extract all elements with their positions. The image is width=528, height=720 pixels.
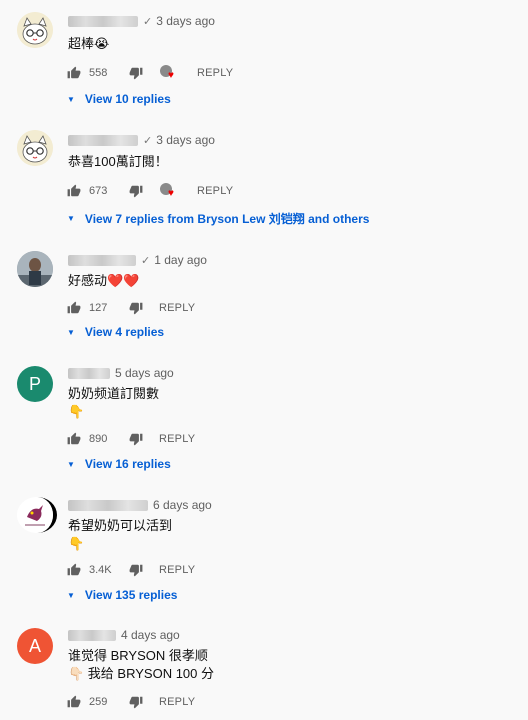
like-count: 3.4K — [89, 564, 112, 576]
caret-down-icon: ▼ — [67, 94, 75, 104]
view-replies-label: View 16 replies — [84, 457, 171, 471]
like-button[interactable] — [67, 184, 81, 198]
view-replies-link[interactable]: ▼ View 135 replies — [67, 588, 177, 602]
dislike-button[interactable] — [129, 66, 143, 80]
creator-heart: ♥ — [160, 65, 178, 81]
thumbs-down-icon — [129, 67, 143, 80]
reply-button[interactable]: REPLY — [159, 564, 195, 576]
thumbs-down-icon — [129, 564, 143, 577]
avatar[interactable]: A — [17, 628, 53, 664]
dislike-button[interactable] — [129, 432, 143, 446]
comment-text: 希望奶奶可以活到 👇 — [68, 517, 172, 553]
comment-text: 谁觉得 BRYSON 很孝顺 👇🏻 我给 BRYSON 100 分 — [68, 647, 214, 683]
like-button[interactable] — [67, 432, 81, 446]
view-replies-label: View 135 replies — [84, 588, 178, 602]
thumbs-up-icon — [67, 563, 81, 576]
cat-avatar-icon — [17, 12, 53, 48]
verified-check-icon: ✓ — [141, 254, 151, 267]
thumbs-up-icon — [67, 66, 81, 79]
person-photo-icon — [17, 251, 53, 287]
reply-button[interactable]: REPLY — [159, 302, 195, 314]
author-name[interactable] — [68, 15, 138, 27]
like-count: 127 — [89, 302, 108, 314]
creator-heart: ♥ — [160, 183, 178, 199]
thumbs-up-icon — [67, 695, 81, 708]
reply-button[interactable]: REPLY — [197, 185, 233, 197]
view-replies-label: View 10 replies — [84, 92, 171, 106]
comment-time[interactable]: 1 day ago — [154, 253, 207, 267]
like-button[interactable] — [67, 695, 81, 709]
comment-line: 奶奶频道訂閱數 — [68, 386, 160, 401]
avatar[interactable] — [17, 130, 53, 166]
comment-text: 奶奶频道訂閱數 👇 — [68, 385, 159, 421]
thumbs-down-icon — [129, 302, 143, 315]
dislike-button[interactable] — [129, 563, 143, 577]
dislike-button[interactable] — [129, 301, 143, 315]
comment-line: 👇 — [68, 536, 85, 551]
comment-line: 超棒😭 — [68, 36, 110, 51]
thumbs-down-icon — [129, 696, 143, 709]
comment-line: 👇🏻 我给 BRYSON 100 分 — [68, 666, 214, 681]
reply-button[interactable]: REPLY — [159, 696, 195, 708]
author-name[interactable] — [68, 499, 148, 511]
caret-down-icon: ▼ — [67, 590, 75, 600]
dislike-button[interactable] — [129, 184, 143, 198]
thumbs-down-icon — [129, 433, 143, 446]
heart-icon: ♥ — [168, 188, 174, 199]
comment-line: 恭喜100萬訂閱！ — [68, 154, 168, 169]
dislike-button[interactable] — [129, 695, 143, 709]
view-replies-label: View 7 replies from Bryson Lew 刘铠翔 and o… — [84, 212, 370, 226]
comment-text: 好感动❤️❤️ — [68, 272, 139, 290]
caret-down-icon: ▼ — [67, 327, 75, 337]
comment-time[interactable]: 3 days ago — [156, 133, 215, 147]
comment-text: 超棒😭 — [68, 35, 109, 53]
caret-down-icon: ▼ — [67, 214, 75, 223]
comment-line: 👇 — [68, 404, 85, 419]
like-count: 259 — [89, 696, 108, 708]
comment-time[interactable]: 3 days ago — [156, 14, 215, 28]
view-replies-link[interactable]: ▼ View 10 replies — [67, 92, 171, 106]
comment-time[interactable]: 6 days ago — [153, 498, 212, 512]
cat-avatar-icon — [17, 130, 53, 166]
view-replies-link[interactable]: ▼ View 16 replies — [67, 457, 171, 471]
like-count: 558 — [89, 67, 108, 79]
comment-line: 希望奶奶可以活到 — [68, 518, 173, 533]
comment-time[interactable]: 4 days ago — [121, 628, 180, 642]
comment-line: 谁觉得 BRYSON 很孝顺 — [68, 648, 208, 663]
thumbs-down-icon — [129, 185, 143, 198]
verified-check-icon: ✓ — [143, 134, 153, 147]
author-name[interactable] — [68, 134, 138, 146]
comment-text: 恭喜100萬訂閱！ — [68, 153, 168, 171]
author-name[interactable] — [68, 629, 116, 641]
caret-down-icon: ▼ — [67, 459, 75, 469]
avatar[interactable]: P — [17, 366, 53, 402]
heart-icon: ♥ — [168, 70, 174, 81]
author-name[interactable] — [68, 367, 110, 379]
avatar-letter: A — [28, 635, 41, 656]
like-button[interactable] — [67, 563, 81, 577]
unicorn-logo-icon — [17, 497, 53, 533]
like-button[interactable] — [67, 66, 81, 80]
thumbs-up-icon — [67, 184, 81, 197]
like-count: 890 — [89, 433, 108, 445]
comment-time[interactable]: 5 days ago — [115, 366, 174, 380]
reply-button[interactable]: REPLY — [197, 67, 233, 79]
like-button[interactable] — [67, 301, 81, 315]
like-count: 673 — [89, 185, 108, 197]
view-replies-link[interactable]: ▼ View 4 replies — [67, 325, 164, 339]
view-replies-link[interactable]: ▼ View 7 replies from Bryson Lew 刘铠翔 and… — [67, 210, 369, 227]
avatar[interactable] — [17, 251, 53, 287]
avatar[interactable] — [17, 497, 57, 533]
view-replies-label: View 4 replies — [84, 325, 165, 339]
avatar-letter: P — [28, 373, 41, 394]
thumbs-up-icon — [67, 432, 81, 445]
avatar[interactable] — [17, 12, 53, 48]
verified-check-icon: ✓ — [143, 15, 153, 28]
reply-button[interactable]: REPLY — [159, 433, 195, 445]
author-name[interactable] — [68, 254, 136, 266]
thumbs-up-icon — [67, 301, 81, 314]
comment-line: 好感动❤️❤️ — [68, 273, 140, 288]
